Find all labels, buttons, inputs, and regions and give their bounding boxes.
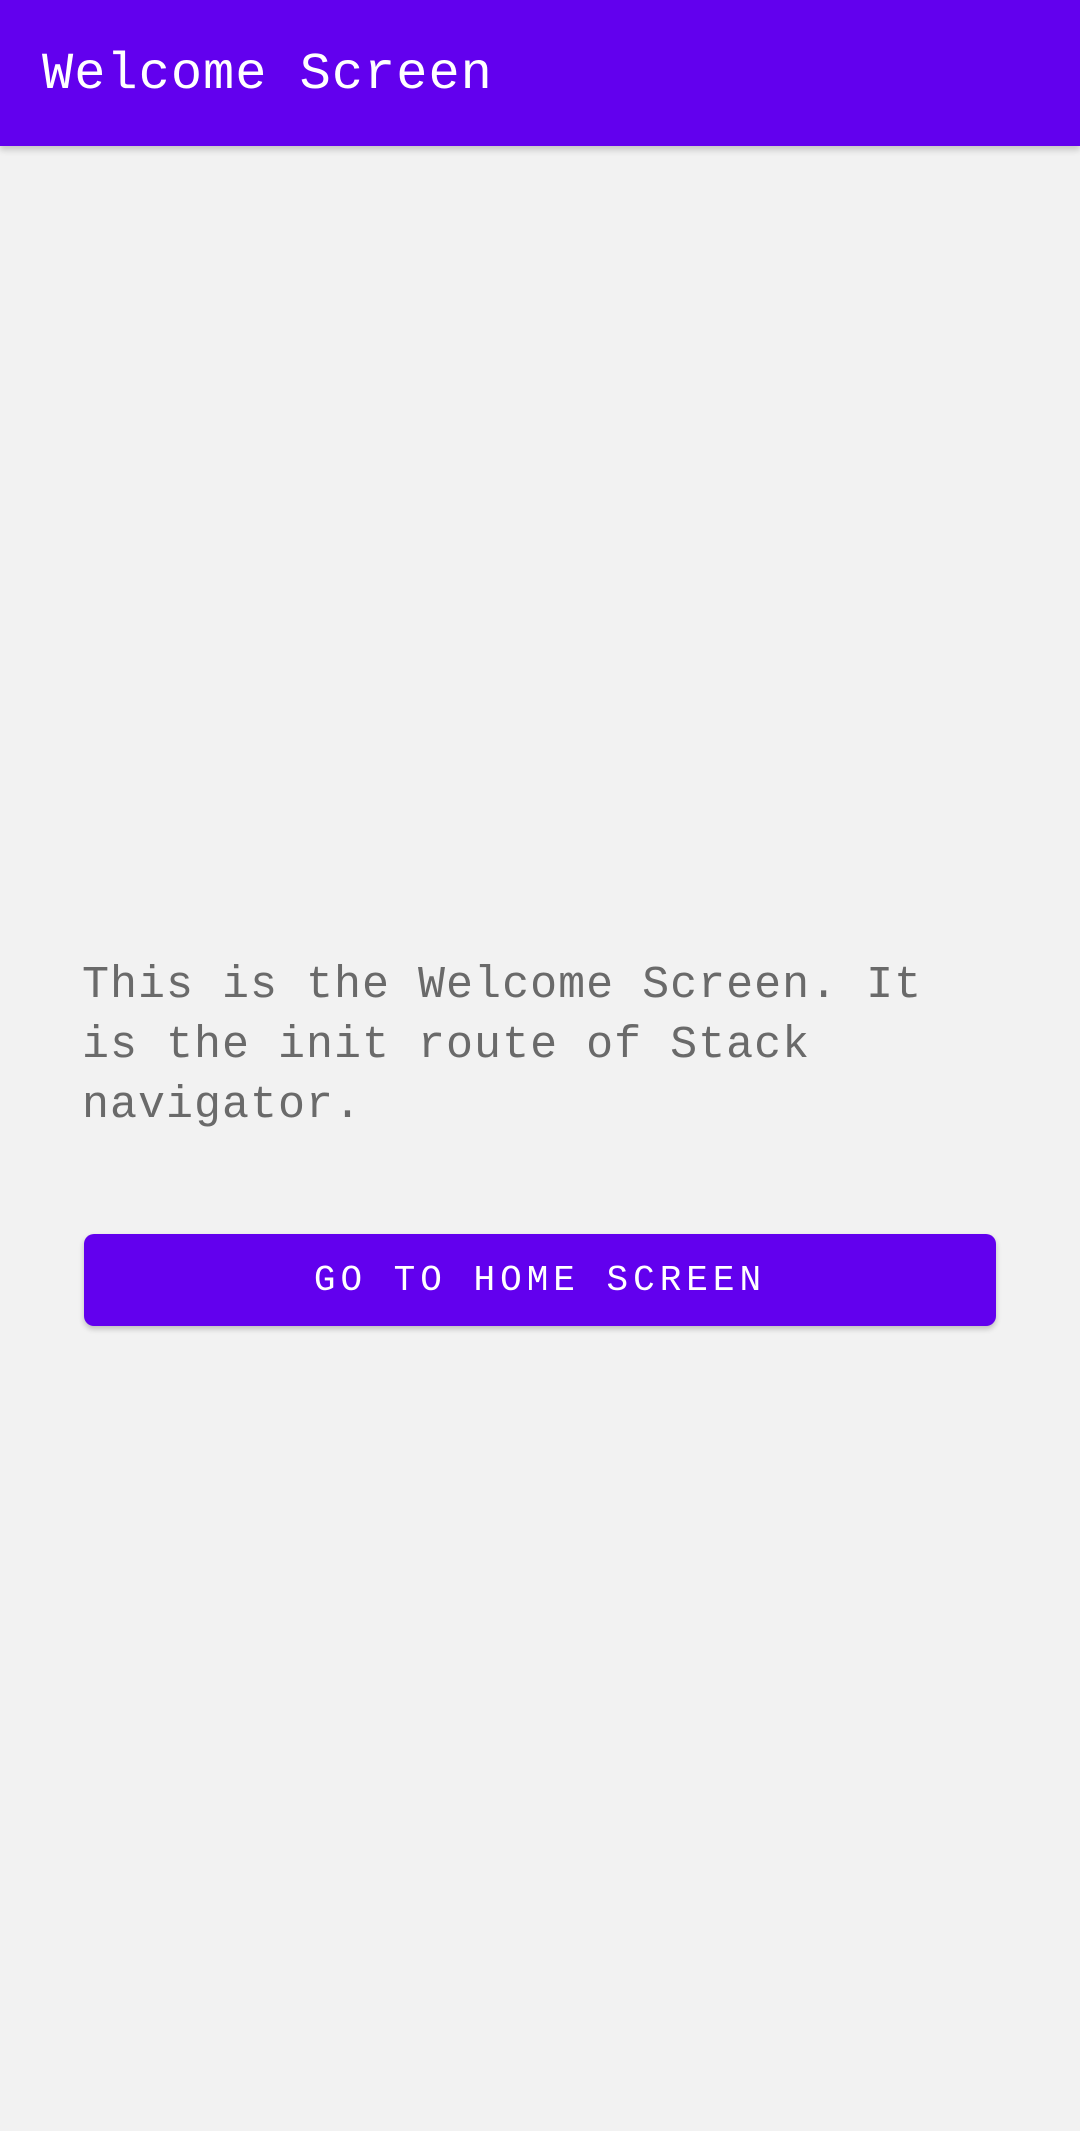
welcome-screen-content: This is the Welcome Screen. It is the in…	[0, 146, 1080, 2131]
page-title: Welcome Screen	[42, 45, 493, 104]
app-bar: Welcome Screen	[0, 0, 1080, 146]
go-to-home-screen-button[interactable]: GO TO HOME SCREEN	[84, 1234, 996, 1326]
welcome-description: This is the Welcome Screen. It is the in…	[82, 960, 923, 1131]
